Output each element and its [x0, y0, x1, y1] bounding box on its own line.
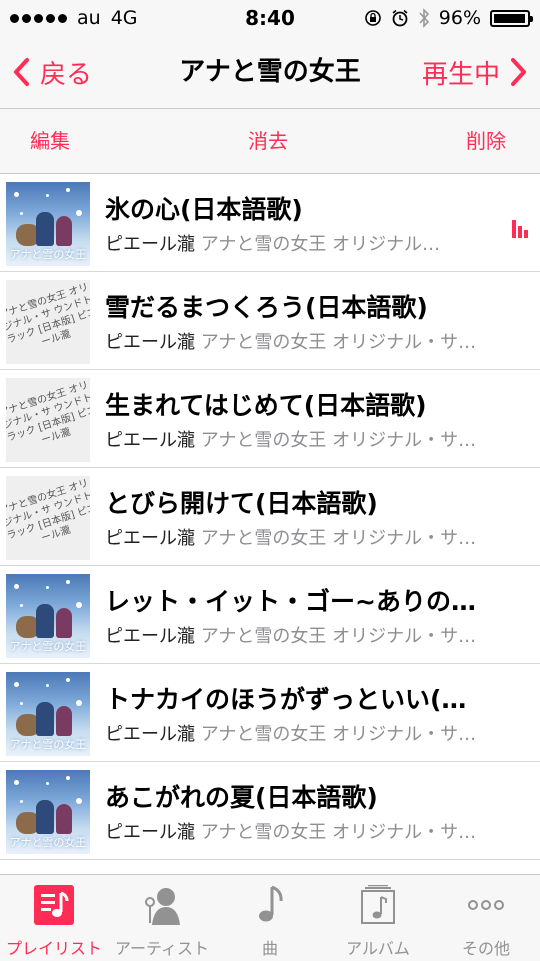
song-artist: ピエール瀧 [105, 332, 195, 353]
song-artist: ピエール瀧 [105, 724, 195, 745]
album-artwork: アナと雪の女王 [6, 574, 90, 658]
song-title: とびら開けて(日本語歌) [105, 489, 378, 518]
album-icon [361, 885, 395, 924]
song-row[interactable]: アナと雪の女王 オリジナル・サ ウンドトラック [日本版] ピエール瀧 雪だるまつ… [0, 272, 540, 370]
song-subtitle: ピエール瀧 アナと雪の女王 オリジナル… [105, 230, 485, 256]
status-bar: au 4G 8:40 96% [0, 0, 540, 36]
playlist-toolbar: 編集 消去 削除 [0, 109, 540, 174]
song-subtitle: ピエール瀧 アナと雪の女王 オリジナル・サ… [105, 818, 485, 844]
music-note-icon [259, 885, 283, 922]
song-title: 雪だるまつくろう(日本語歌) [105, 293, 428, 322]
song-subtitle: ピエール瀧 アナと雪の女王 オリジナル・サ… [105, 720, 485, 746]
album-artwork: アナと雪の女王 オリジナル・サ ウンドトラック [日本版] ピエール瀧 [6, 378, 90, 462]
playlist-icon [34, 885, 74, 925]
song-title: 生まれてはじめて(日本語歌) [105, 391, 427, 420]
tab-playlists[interactable]: プレイリスト [0, 875, 108, 961]
song-album: アナと雪の女王 オリジナル・サ… [200, 430, 477, 451]
song-artist: ピエール瀧 [105, 626, 195, 647]
album-artwork-logo: アナと雪の女王 [9, 738, 87, 751]
battery-level [494, 13, 525, 23]
tab-label-more: その他 [461, 939, 510, 958]
song-row[interactable]: アナと雪の女王 レット・イット・ゴー~ありの… ピエール瀧 アナと雪の女王 オリジナ… [0, 566, 540, 664]
album-artwork: アナと雪の女王 オリジナル・サ ウンドトラック [日本版] ピエール瀧 [6, 476, 90, 560]
navigation-bar: 戻る アナと雪の女王 再生中 [0, 36, 540, 109]
album-artwork-logo: アナと雪の女王 [9, 640, 87, 653]
battery-percent: 96% [438, 7, 481, 29]
tab-label-albums: アルバム [346, 939, 410, 958]
song-artist: ピエール瀧 [105, 234, 195, 255]
album-artwork-text: アナと雪の女王 オリジナル・サ ウンドトラック [日本版] ピエール瀧 [6, 379, 90, 447]
song-row[interactable]: アナと雪の女王 オリジナル・サ ウンドトラック [日本版] ピエール瀧 生まれては… [0, 370, 540, 468]
song-artist: ピエール瀧 [105, 430, 195, 451]
song-row[interactable]: アナと雪の女王 あこがれの夏(日本語歌) ピエール瀧 アナと雪の女王 オリジナル・サ… [0, 762, 540, 860]
tab-songs[interactable]: 曲 [216, 875, 324, 961]
album-artwork: アナと雪の女王 オリジナル・サ ウンドトラック [日本版] ピエール瀧 [6, 280, 90, 364]
song-subtitle: ピエール瀧 アナと雪の女王 オリジナル・サ… [105, 524, 485, 550]
tab-artists[interactable]: アーティスト [108, 875, 216, 961]
song-title: レット・イット・ゴー~ありの… [105, 587, 476, 616]
artist-icon [145, 888, 180, 925]
song-title: あこがれの夏(日本語歌) [105, 783, 378, 812]
song-subtitle: ピエール瀧 アナと雪の女王 オリジナル・サ… [105, 328, 485, 354]
song-subtitle: ピエール瀧 アナと雪の女王 オリジナル・サ… [105, 622, 485, 648]
song-album: アナと雪の女王 オリジナル・サ… [200, 822, 477, 843]
status-right: 96% [364, 0, 533, 36]
now-playing-indicator-icon [512, 218, 528, 238]
song-row[interactable]: アナと雪の女王 オリジナル・サ ウンドトラック [日本版] ピエール瀧 とびら開け… [0, 468, 540, 566]
song-album: アナと雪の女王 オリジナル・サ… [200, 724, 477, 745]
song-row[interactable]: アナと雪の女王 氷の心(日本語歌) ピエール瀧 アナと雪の女王 オリジナル… [0, 174, 540, 272]
edit-button[interactable]: 編集 [30, 109, 70, 173]
song-row[interactable]: アナと雪の女王 トナカイのほうがずっといい(… ピエール瀧 アナと雪の女王 オリジナ… [0, 664, 540, 762]
delete-button[interactable]: 削除 [466, 109, 506, 173]
now-playing-button[interactable]: 再生中 [422, 36, 528, 108]
album-artwork-text: アナと雪の女王 オリジナル・サ ウンドトラック [日本版] ピエール瀧 [6, 477, 90, 545]
tab-label-songs: 曲 [261, 939, 278, 958]
more-icon [468, 900, 504, 910]
song-title: 氷の心(日本語歌) [105, 195, 303, 224]
song-list: アナと雪の女王 氷の心(日本語歌) ピエール瀧 アナと雪の女王 オリジナル… アナと雪… [0, 174, 540, 860]
now-playing-label: 再生中 [421, 59, 500, 90]
tab-bar: プレイリスト アーティスト 曲 アルバム その他 [0, 874, 540, 961]
song-subtitle: ピエール瀧 アナと雪の女王 オリジナル・サ… [105, 426, 485, 452]
album-artwork: アナと雪の女王 [6, 182, 90, 266]
song-album: アナと雪の女王 オリジナル… [200, 234, 441, 255]
tab-albums[interactable]: アルバム [324, 875, 432, 961]
song-title: トナカイのほうがずっといい(… [105, 685, 467, 714]
album-artwork-text: アナと雪の女王 オリジナル・サ ウンドトラック [日本版] ピエール瀧 [6, 281, 90, 349]
orientation-lock-icon [364, 10, 381, 26]
album-artwork-logo: アナと雪の女王 [9, 836, 87, 849]
tab-more[interactable]: その他 [432, 875, 540, 961]
album-artwork: アナと雪の女王 [6, 672, 90, 756]
chevron-right-icon [511, 58, 526, 86]
clear-button[interactable]: 消去 [248, 109, 288, 173]
album-artwork-logo: アナと雪の女王 [9, 248, 87, 261]
tab-label-artists: アーティスト [114, 939, 210, 958]
song-album: アナと雪の女王 オリジナル・サ… [200, 332, 477, 353]
song-artist: ピエール瀧 [105, 822, 195, 843]
bluetooth-icon [419, 8, 429, 28]
alarm-icon [392, 9, 408, 27]
song-album: アナと雪の女王 オリジナル・サ… [200, 626, 477, 647]
tab-label-playlists: プレイリスト [5, 939, 102, 958]
album-artwork: アナと雪の女王 [6, 770, 90, 854]
song-album: アナと雪の女王 オリジナル・サ… [200, 528, 477, 549]
song-artist: ピエール瀧 [105, 528, 195, 549]
battery-icon [490, 9, 533, 27]
